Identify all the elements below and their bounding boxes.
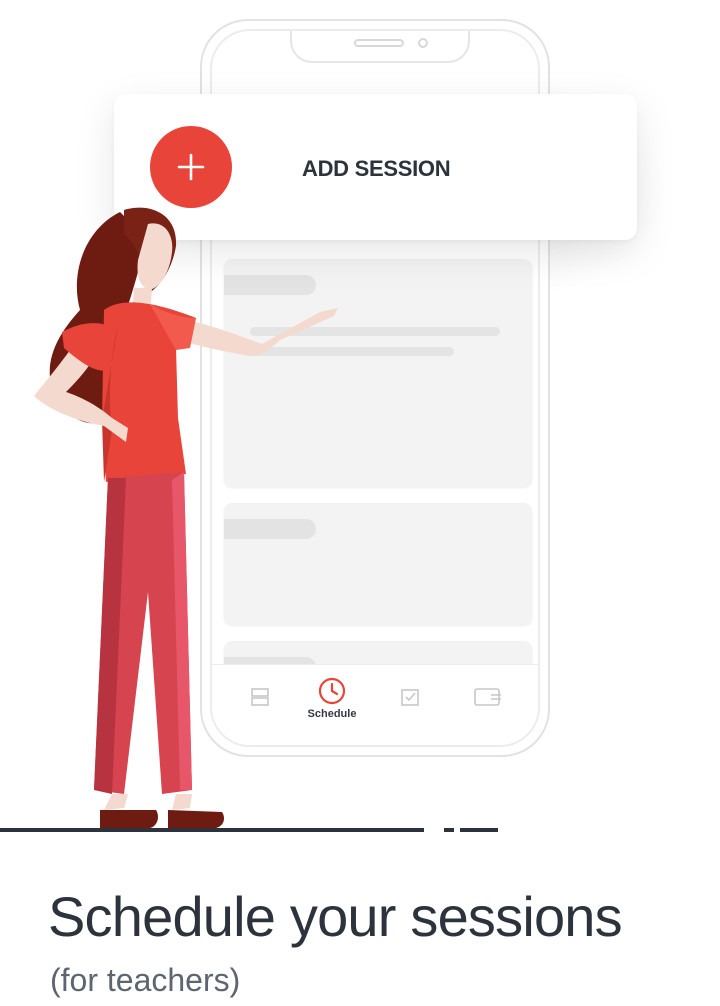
illustration-scene: Schedule ADD SESSION bbox=[0, 0, 720, 1006]
ground-line bbox=[0, 828, 498, 832]
tab-wallet[interactable] bbox=[458, 687, 518, 707]
speaker-icon bbox=[354, 39, 404, 47]
phone-notch bbox=[290, 31, 470, 63]
plus-icon bbox=[177, 153, 205, 181]
tab-tasks[interactable] bbox=[380, 687, 440, 707]
wallet-icon bbox=[474, 688, 501, 706]
add-session-label: ADD SESSION bbox=[302, 156, 451, 181]
page-title: Schedule your sessions bbox=[48, 885, 623, 948]
camera-icon bbox=[418, 38, 428, 48]
woman-illustration bbox=[34, 207, 338, 828]
page-subtitle: (for teachers) bbox=[50, 962, 241, 998]
checkbox-icon bbox=[401, 689, 419, 706]
